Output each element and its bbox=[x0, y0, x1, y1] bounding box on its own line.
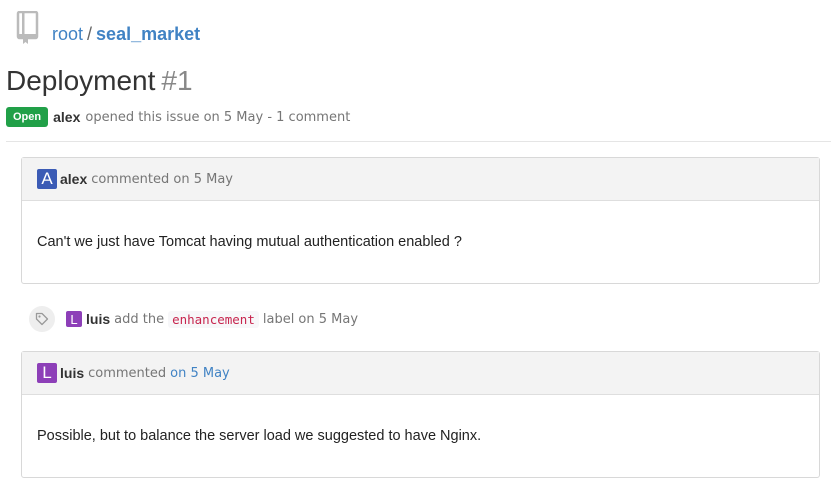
event-author-link[interactable]: luis bbox=[86, 311, 110, 327]
enhancement-label[interactable]: enhancement bbox=[168, 310, 259, 328]
comment-author-link[interactable]: luis bbox=[60, 365, 84, 381]
issue-author-link[interactable]: alex bbox=[53, 109, 80, 125]
comment-body: Can't we just have Tomcat having mutual … bbox=[37, 234, 462, 250]
label-event: L luis add the enhancement label on 5 Ma… bbox=[29, 306, 358, 332]
tag-icon bbox=[29, 306, 55, 332]
comment-action-text: commented on 5 May bbox=[91, 171, 233, 187]
breadcrumb-repo-link[interactable]: seal_market bbox=[96, 24, 200, 44]
issue-meta: Open alex opened this issue on 5 May - 1… bbox=[6, 106, 350, 128]
issue-title: Deployment #1 bbox=[6, 64, 193, 98]
issue-opened-text: opened this issue on 5 May - 1 comment bbox=[85, 109, 351, 125]
breadcrumb-separator: / bbox=[87, 24, 93, 44]
comment-header: A alex commented on 5 May bbox=[22, 158, 819, 201]
avatar[interactable]: A bbox=[37, 169, 57, 189]
comment: A alex commented on 5 May Can't we just … bbox=[21, 157, 820, 284]
comment-body: Possible, but to balance the server load… bbox=[37, 428, 482, 444]
breadcrumb: root / seal_market bbox=[52, 22, 200, 46]
avatar[interactable]: L bbox=[37, 363, 57, 383]
issue-page: root / seal_market Deployment #1 Open alex … bbox=[0, 0, 831, 485]
comment-author-link[interactable]: alex bbox=[60, 171, 87, 187]
comment-date-link[interactable]: on 5 May bbox=[170, 366, 230, 381]
comment-action-text: commented bbox=[88, 365, 167, 381]
comment-header: L luis commented on 5 May bbox=[22, 352, 819, 395]
repo-book-icon bbox=[16, 11, 39, 44]
event-prefix-text: add the bbox=[114, 311, 165, 327]
breadcrumb-owner-link[interactable]: root bbox=[52, 24, 83, 44]
status-badge: Open bbox=[6, 107, 49, 127]
issue-title-text: Deployment bbox=[6, 65, 156, 96]
issue-number: #1 bbox=[161, 65, 193, 96]
header-divider bbox=[6, 141, 831, 142]
avatar[interactable]: L bbox=[66, 311, 82, 327]
comment: L luis commented on 5 May Possible, but … bbox=[21, 351, 820, 478]
event-suffix-text: label on 5 May bbox=[262, 311, 359, 327]
